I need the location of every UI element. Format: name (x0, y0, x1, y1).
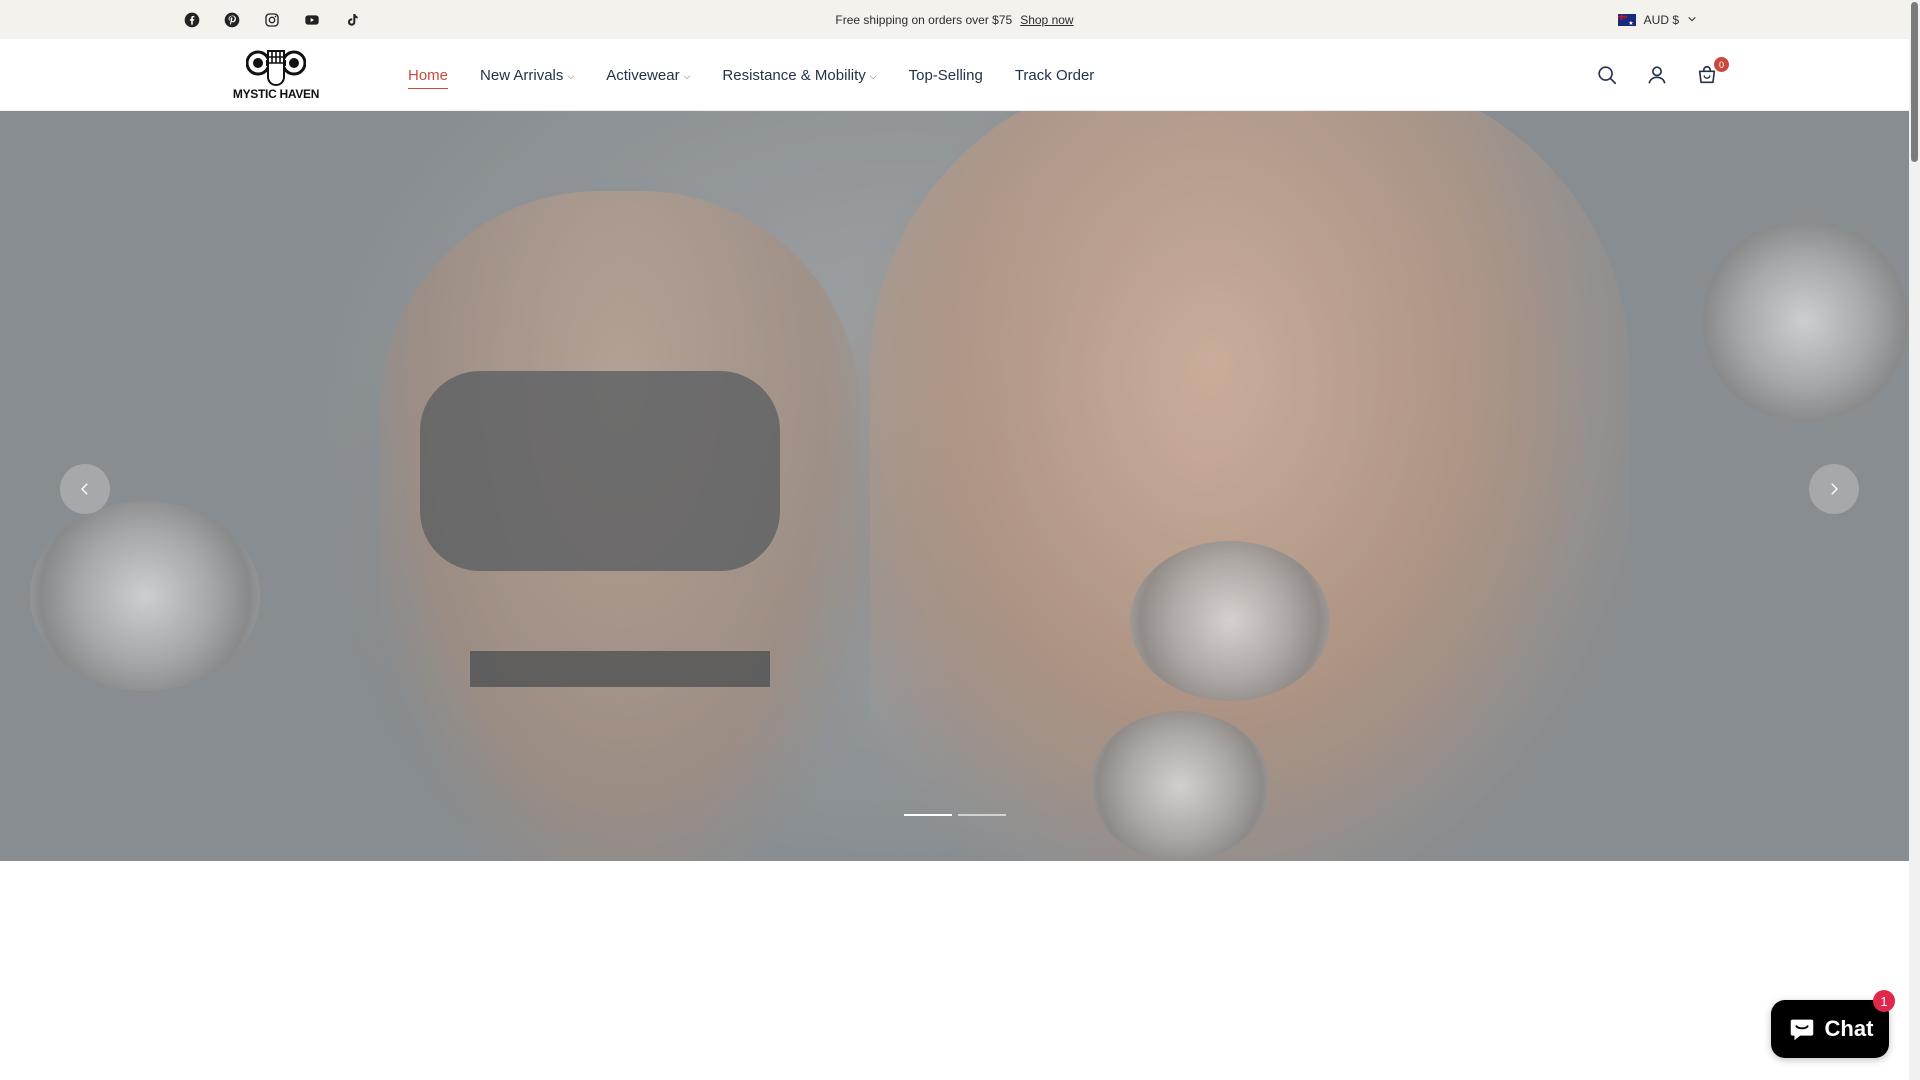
nav-home[interactable]: Home (408, 63, 449, 89)
nav-top-selling[interactable]: Top-Selling (909, 63, 983, 87)
cart-count-badge: 0 (1714, 57, 1729, 72)
nav-new-arrivals[interactable]: New Arrivals ⌵ (480, 63, 574, 87)
chat-bubble-icon (1790, 1019, 1813, 1041)
chevron-down-icon: ⌵ (869, 70, 877, 81)
nav-new-arrivals-label: New Arrivals (480, 66, 564, 84)
nav-resistance-mobility[interactable]: Resistance & Mobility ⌵ (722, 63, 876, 87)
slider-prev-button[interactable] (60, 464, 110, 514)
header-actions: 0 (1595, 39, 1729, 111)
currency-label: AUD $ (1643, 12, 1679, 27)
slider-dot-2[interactable] (958, 814, 1006, 816)
slider-dot-1[interactable] (904, 814, 952, 816)
logo[interactable]: MYSTIC HAVEN (228, 45, 324, 105)
chevron-down-icon: ⌵ (567, 70, 575, 81)
australia-flag-icon (1617, 13, 1636, 26)
nav-track-order[interactable]: Track Order (1015, 63, 1094, 87)
main-nav: Home New Arrivals ⌵ Activewear ⌵ Resista… (408, 39, 1094, 111)
chat-unread-badge: 1 (1873, 990, 1895, 1012)
chevron-down-icon: ⌵ (683, 70, 691, 81)
hero-slider[interactable] (0, 111, 1909, 861)
nav-resistance-mobility-label: Resistance & Mobility (722, 66, 866, 84)
announcement-text: Free shipping on orders over $75 (835, 12, 1013, 27)
chevron-left-icon (81, 483, 88, 495)
search-icon[interactable] (1595, 63, 1619, 87)
announcement-bar: Free shipping on orders over $75 Shop no… (0, 0, 1909, 39)
scrollbar-thumb[interactable] (1911, 2, 1918, 162)
logo-text: MYSTIC HAVEN (232, 87, 320, 101)
nav-track-order-label: Track Order (1014, 66, 1095, 84)
hero-overlay (0, 111, 1909, 861)
chevron-down-icon (1687, 13, 1697, 27)
site-header: MYSTIC HAVEN Home New Arrivals ⌵ Activew… (0, 39, 1909, 111)
cart-icon[interactable]: 0 (1695, 57, 1729, 87)
page-scrollbar[interactable] (1909, 0, 1920, 1080)
slider-pagination (904, 814, 1006, 816)
nav-top-selling-label: Top-Selling (908, 66, 983, 84)
nav-activewear[interactable]: Activewear ⌵ (606, 63, 690, 87)
currency-selector[interactable]: AUD $ (1617, 0, 1697, 39)
chat-widget-button[interactable]: Chat 1 (1771, 990, 1895, 1058)
chevron-right-icon (1831, 483, 1838, 495)
chat-label: Chat (1824, 1016, 1874, 1041)
shop-now-link[interactable]: Shop now (1020, 13, 1073, 27)
nav-activewear-label: Activewear (606, 66, 680, 84)
nav-home-label: Home (408, 66, 449, 84)
account-icon[interactable] (1645, 63, 1669, 87)
fist-dumbbell-logo-icon (246, 50, 306, 87)
slider-next-button[interactable] (1809, 464, 1859, 514)
